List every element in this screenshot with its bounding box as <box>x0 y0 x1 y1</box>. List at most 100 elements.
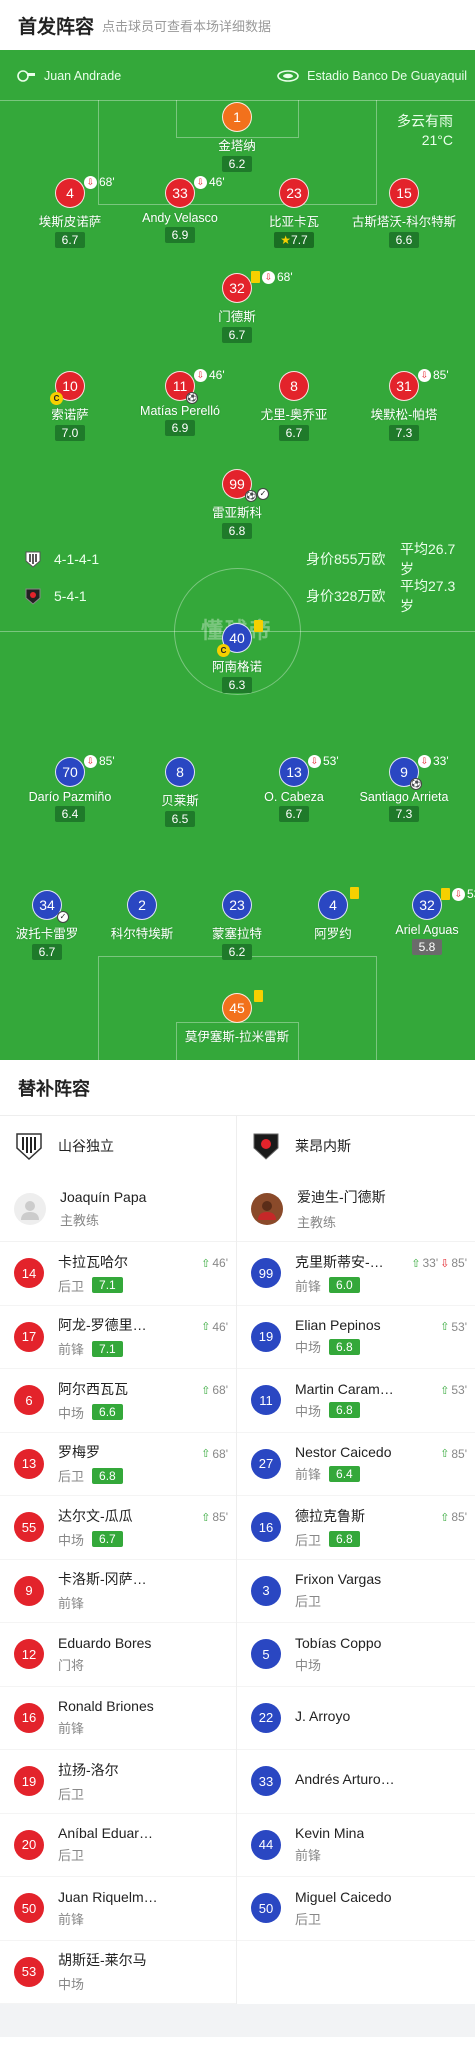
home-player-31[interactable]: 31 ⇩ 85' 埃默松-帕塔 7.3 <box>346 368 462 442</box>
sub-player-row[interactable]: 17 阿龙-罗德里… 前锋 7.1 ⇧ 46' <box>0 1306 236 1369</box>
page-footer <box>0 2004 475 2037</box>
player-position: 中场 <box>58 1405 85 1421</box>
away-team-badge-icon <box>25 588 41 605</box>
subs-panel: 山谷独立 Joaquín Papa 主教练 14 卡拉瓦哈尔 后卫 7.1 ⇧ 46' 17… <box>0 1116 475 2004</box>
sub-player-row[interactable]: 11 Martin Caram… 中场 6.8 ⇧ 53' <box>237 1369 475 1433</box>
player-number: 9 <box>14 1575 44 1606</box>
player-name: 贝莱斯 <box>161 794 199 808</box>
player-name: 阿龙-罗德里… <box>58 1317 147 1334</box>
sub-out-marker: ⇩ 68' <box>251 270 293 284</box>
sub-player-row[interactable]: 44 Kevin Mina 前锋 <box>237 1814 475 1877</box>
player-rating: 6.7 <box>279 425 309 441</box>
away-player-13[interactable]: 13 ⇩ 53' O. Cabeza 6.7 <box>236 754 352 823</box>
player-number-text: 31 <box>396 378 412 394</box>
sub-events: ⇧ 53' <box>440 1320 467 1334</box>
sub-events: ⇧ 68' <box>201 1447 228 1461</box>
sub-in-icon: ⇧ <box>440 1384 450 1397</box>
away-player-9[interactable]: 9 ⇩ 33' ⚽ Santiago Arrieta 7.3 <box>346 754 462 823</box>
sub-player-row[interactable]: 27 Nestor Caicedo 前锋 6.4 ⇧ 85' <box>237 1433 475 1496</box>
sub-player-row[interactable]: 20 Aníbal Eduar… 后卫 <box>0 1814 236 1877</box>
player-meta: 中场 6.8 <box>295 1401 394 1420</box>
player-meta: 后卫 <box>58 1845 153 1864</box>
away-team-header[interactable]: 莱昂内斯 <box>237 1116 475 1176</box>
player-name: 胡斯廷-莱尔马 <box>58 1952 147 1969</box>
sub-events: ⇧ 85' <box>440 1510 467 1524</box>
sub-player-row[interactable]: 99 克里斯蒂安-… 前锋 6.0 ⇧ 33' ⇩ 85' <box>237 1242 475 1306</box>
home-player-15[interactable]: 15 古斯塔沃-科尔特斯 6.6 <box>346 178 462 249</box>
sub-player-row[interactable]: 19 Elian Pepinos 中场 6.8 ⇧ 53' <box>237 1306 475 1369</box>
player-position: 中场 <box>295 1403 322 1419</box>
player-number: 53 <box>14 1956 44 1987</box>
home-player-23[interactable]: 23 比亚卡瓦 ★7.7 <box>236 178 352 249</box>
sub-player-row[interactable]: 16 德拉克鲁斯 后卫 6.8 ⇧ 85' <box>237 1496 475 1560</box>
sub-player-row[interactable]: 22 J. Arroyo <box>237 1687 475 1750</box>
goal-ball-icon: ⚽ <box>186 392 198 404</box>
sub-player-row[interactable]: 33 Andrés Arturo… <box>237 1750 475 1814</box>
player-name: Andrés Arturo… <box>295 1771 395 1788</box>
home-player-1[interactable]: 1 金塔纳 6.2 <box>179 102 295 173</box>
sub-player-row[interactable]: 50 Miguel Caicedo 后卫 <box>237 1877 475 1941</box>
sub-player-row[interactable]: 14 卡拉瓦哈尔 后卫 7.1 ⇧ 46' <box>0 1242 236 1306</box>
away-player-32[interactable]: 32 ⇩53' Ariel Aguas 5.8 <box>369 887 475 956</box>
player-meta: 前锋 <box>58 1718 154 1737</box>
sub-in-minute: 85' <box>451 1510 467 1524</box>
home-coach[interactable]: Joaquín Papa 主教练 <box>0 1176 236 1242</box>
sub-player-row[interactable]: 19 拉扬-洛尔 后卫 <box>0 1750 236 1814</box>
player-number: 50 <box>251 1893 281 1924</box>
home-avg-age: 平均26.7岁 <box>400 541 456 577</box>
away-subs-column: 莱昂内斯 爱迪生-门德斯 主教练 99 克里斯蒂安-… 前锋 6.0 ⇧ 33' ⇩ 85' 1… <box>237 1116 475 2004</box>
player-number-text: 32 <box>419 897 435 913</box>
home-player-8[interactable]: 8 尤里-奥乔亚 6.7 <box>236 371 352 442</box>
home-team-header[interactable]: 山谷独立 <box>0 1116 236 1176</box>
home-player-11[interactable]: 11 ⇩ 46' ⚽ Matías Perelló 6.9 <box>122 368 238 437</box>
player-number: 32 ⇩53' <box>412 887 475 920</box>
sub-minute: 53' <box>323 754 339 768</box>
home-player-32[interactable]: 32 ⇩ 68' 门德斯 6.7 <box>179 270 295 344</box>
sub-player-row[interactable]: 5 Tobías Coppo 中场 <box>237 1623 475 1687</box>
sub-player-row[interactable]: 13 罗梅罗 后卫 6.8 ⇧ 68' <box>0 1433 236 1496</box>
home-player-4[interactable]: 4 ⇩ 68' 埃斯皮诺萨 6.7 <box>12 175 128 249</box>
away-player-40[interactable]: 40 C 阿南格诺 6.3 <box>179 620 295 694</box>
home-player-33[interactable]: 33 ⇩ 46' Andy Velasco 6.9 <box>122 175 238 244</box>
player-number-text: 45 <box>229 1000 245 1016</box>
player-number: 33 ⇩ 46' <box>165 175 225 208</box>
stadium-info: Estadio Banco De Guayaquil <box>277 69 467 83</box>
sub-player-row[interactable]: 16 Ronald Briones 前锋 <box>0 1687 236 1750</box>
sub-out-icon: ⇩ <box>452 887 465 901</box>
sub-player-row[interactable]: 53 胡斯廷-莱尔马 中场 <box>0 1941 236 2004</box>
sub-player-row[interactable]: 55 达尔文-瓜瓜 中场 6.7 ⇧ 85' <box>0 1496 236 1560</box>
sub-player-row[interactable]: 6 阿尔西瓦瓦 中场 6.6 ⇧ 68' <box>0 1369 236 1433</box>
player-name: 门德斯 <box>218 310 256 324</box>
player-rating: 6.8 <box>329 1402 360 1419</box>
player-name: 埃斯皮诺萨 <box>38 215 102 229</box>
player-position: 前锋 <box>58 1721 85 1737</box>
away-player-70[interactable]: 70 ⇩ 85' Darío Pazmiño 6.4 <box>12 754 128 823</box>
player-position: 后卫 <box>58 1278 85 1294</box>
away-player-8[interactable]: 8 贝莱斯 6.5 <box>122 757 238 828</box>
sub-player-row[interactable]: 12 Eduardo Bores 门将 <box>0 1623 236 1687</box>
player-position: 后卫 <box>295 1911 322 1927</box>
player-number-text: 34 <box>39 897 55 913</box>
player-number: 13 ⇩ 53' <box>279 754 339 787</box>
sub-player-row[interactable]: 3 Frixon Vargas 后卫 <box>237 1560 475 1623</box>
home-player-10[interactable]: 10 C 索诺萨 7.0 <box>12 371 128 442</box>
star-icon: ★ <box>280 233 292 247</box>
player-name: 埃默松-帕塔 <box>370 408 438 422</box>
sub-out-marker: ⇩ 33' <box>418 754 449 768</box>
home-player-99[interactable]: 99 ⚽ ✓ 雷亚斯科 6.8 <box>179 469 295 540</box>
away-subs-list: 99 克里斯蒂安-… 前锋 6.0 ⇧ 33' ⇩ 85' 19 Elian Pepinos 中场 6… <box>237 1242 475 1941</box>
sub-out-marker: ⇩ 68' <box>84 175 115 189</box>
sub-in-minute: 85' <box>212 1510 228 1524</box>
away-formation: 5-4-1 <box>54 588 87 604</box>
sub-player-row[interactable]: 50 Juan Riquelm… 前锋 <box>0 1877 236 1941</box>
away-player-45[interactable]: 45 莫伊塞斯-拉米雷斯 <box>179 990 295 1045</box>
player-name: 阿尔西瓦瓦 <box>58 1380 128 1397</box>
player-position: 后卫 <box>58 1848 85 1864</box>
sub-in-minute: 46' <box>212 1319 228 1334</box>
sub-out-icon: ⇩ <box>194 368 207 382</box>
away-coach[interactable]: 爱迪生-门德斯 主教练 <box>237 1176 475 1242</box>
player-number: 33 <box>251 1766 281 1797</box>
goal-ball-icon: ⚽ <box>245 490 257 502</box>
sub-player-row[interactable]: 9 卡洛斯-冈萨… 前锋 <box>0 1560 236 1623</box>
player-name: 卡拉瓦哈尔 <box>58 1253 128 1270</box>
